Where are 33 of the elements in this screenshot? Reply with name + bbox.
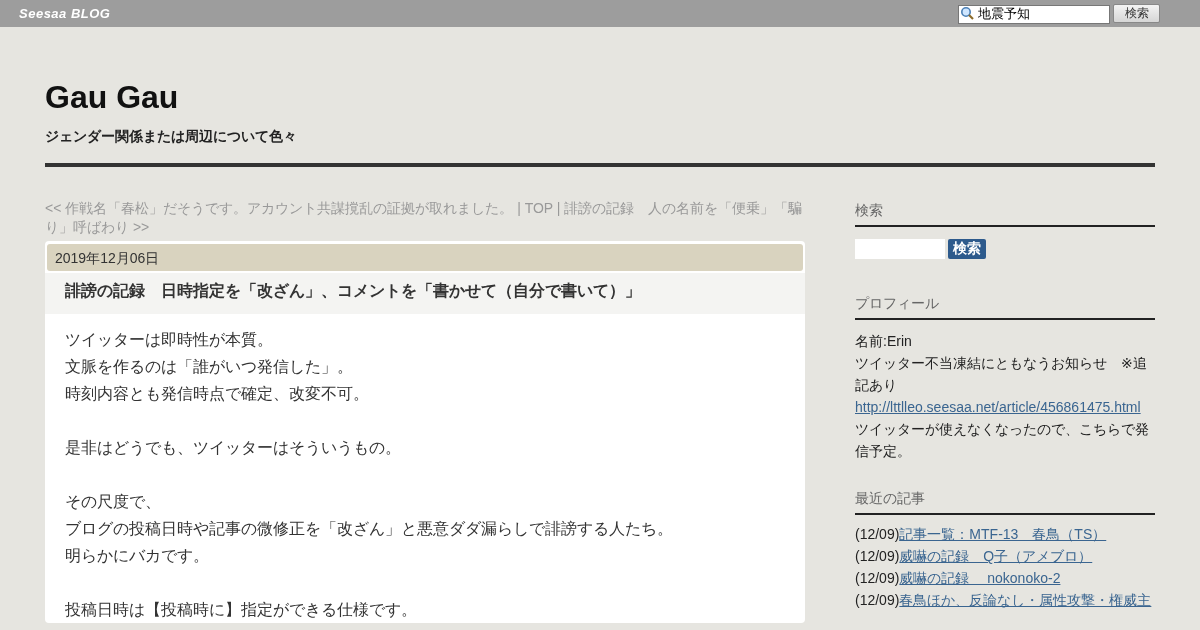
search-icon bbox=[960, 6, 974, 20]
post-text: 是非はどうでも、ツイッターはそういうもの。 bbox=[65, 438, 402, 458]
post-date: (12/09) bbox=[855, 548, 900, 564]
search-field[interactable]: 地震予知 bbox=[958, 4, 1110, 24]
post-date: (12/09) bbox=[855, 526, 900, 542]
post-text: その尺度で、 bbox=[65, 492, 162, 512]
post-text: 文脈を作るのは「誰がいつ発信した」。 bbox=[65, 357, 354, 377]
sidebar-heading: 最近の記事 bbox=[855, 490, 1155, 515]
post-title[interactable]: 誹謗の記録 日時指定を「改ざん」、コメントを「書かせて（自分で書いて）」 bbox=[45, 273, 805, 314]
sidebar-heading: プロフィール bbox=[855, 295, 1155, 320]
post-date: 2019年12月06日 bbox=[47, 244, 803, 271]
search-button[interactable]: 検索 bbox=[1113, 4, 1160, 23]
recent-post-link[interactable]: 春鳥ほか、反論なし・属性攻撃・権威主 bbox=[899, 592, 1152, 608]
post-date: (12/09) bbox=[855, 570, 900, 586]
blog-title[interactable]: Gau Gau bbox=[45, 79, 1155, 116]
post-text: 時刻内容とも発信時点で確定、改変不可。 bbox=[65, 384, 370, 404]
recent-post-link[interactable]: 記事一覧：MTF-13 春鳥（TS） bbox=[899, 526, 1107, 542]
recent-post-link[interactable]: 威嚇の記録 Q子（アメブロ） bbox=[899, 548, 1093, 564]
post-text: 明らかにバカです。 bbox=[65, 546, 210, 566]
logo[interactable]: Seesaa BLOG bbox=[19, 6, 111, 21]
blog-subtitle: ジェンダー関係または周辺について色々 bbox=[45, 128, 298, 146]
sidebar-heading: 検索 bbox=[855, 202, 1155, 227]
post-text: ブログの投稿日時や記事の微修正を「改ざん」と悪意ダダ漏らしで誹謗する人たち。 bbox=[65, 519, 674, 539]
profile-link[interactable]: http://lttlleo.seesaa.net/article/456861475.html bbox=[855, 396, 1155, 418]
search-button[interactable]: 検索 bbox=[948, 239, 986, 259]
profile-text: 名前:Erin bbox=[855, 332, 913, 351]
search-field[interactable] bbox=[855, 239, 945, 259]
profile-text: ツイッター不当凍結にともなうお知らせ ※追記あり bbox=[855, 354, 1148, 395]
post-date: (12/09) bbox=[855, 592, 900, 608]
post-text: ツイッターは即時性が本質。 bbox=[65, 330, 274, 350]
post-text: 投稿日時は【投稿時に】指定ができる仕様です。 bbox=[65, 600, 418, 620]
recent-post-link[interactable]: 威嚇の記録 nokonoko-2 bbox=[899, 570, 1061, 586]
profile-text: ツイッターが使えなくなったので、こちらで発信予定。 bbox=[855, 420, 1150, 461]
